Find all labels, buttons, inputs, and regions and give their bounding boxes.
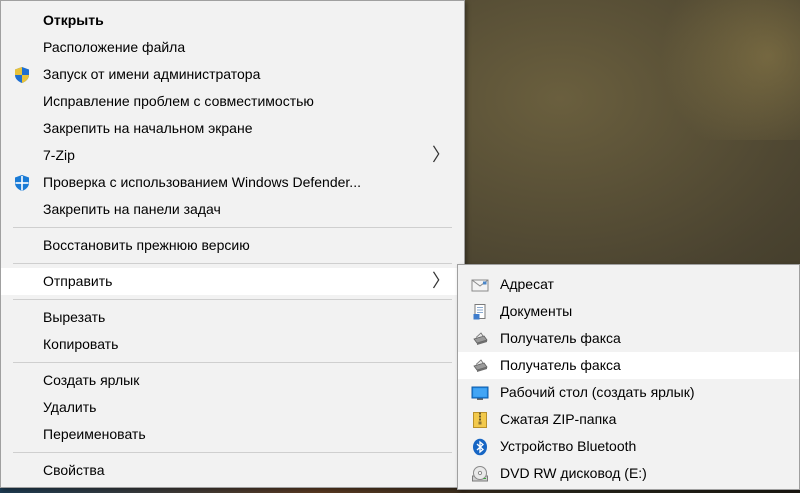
menu-separator (13, 452, 452, 453)
menu-item-copy[interactable]: Копировать (1, 331, 464, 358)
menu-item-label: Вырезать (43, 309, 106, 325)
send-to-submenu: Адресат Документы Получатель факса Получ… (457, 264, 800, 490)
menu-item-run-as-admin[interactable]: Запуск от имени администратора (1, 61, 464, 88)
zip-folder-icon (473, 412, 487, 428)
menu-item-label: Получатель факса (500, 357, 621, 373)
menu-item-pin-start[interactable]: Закрепить на начальном экране (1, 115, 464, 142)
menu-item-label: Копировать (43, 336, 119, 352)
sendto-zip-folder[interactable]: Сжатая ZIP-папка (458, 406, 799, 433)
menu-item-pin-taskbar[interactable]: Закрепить на панели задач (1, 196, 464, 223)
menu-item-rename[interactable]: Переименовать (1, 421, 464, 448)
menu-item-label: Свойства (43, 462, 105, 478)
menu-item-label: Закрепить на начальном экране (43, 120, 253, 136)
chevron-right-icon: 〉 (432, 271, 450, 292)
menu-item-properties[interactable]: Свойства (1, 457, 464, 484)
menu-item-label: 7-Zip (43, 147, 75, 163)
documents-icon (473, 304, 486, 320)
sendto-dvd-drive[interactable]: DVD RW дисковод (E:) (458, 460, 799, 487)
sendto-bluetooth[interactable]: Устройство Bluetooth (458, 433, 799, 460)
menu-item-label: Получатель факса (500, 330, 621, 346)
menu-item-label: Расположение файла (43, 39, 186, 55)
menu-item-open[interactable]: Открыть (1, 7, 464, 34)
menu-item-label: Переименовать (43, 426, 146, 442)
sendto-desktop-shortcut[interactable]: Рабочий стол (создать ярлык) (458, 379, 799, 406)
sendto-fax-recipient-2[interactable]: Получатель факса (458, 352, 799, 379)
menu-item-restore-version[interactable]: Восстановить прежнюю версию (1, 232, 464, 259)
menu-item-label: Отправить (43, 273, 113, 289)
menu-item-label: Создать ярлык (43, 372, 140, 388)
menu-item-label: Сжатая ZIP-папка (500, 411, 617, 427)
menu-item-defender-scan[interactable]: Проверка с использованием Windows Defend… (1, 169, 464, 196)
sendto-documents[interactable]: Документы (458, 298, 799, 325)
menu-item-7zip[interactable]: 7-Zip 〉 (1, 142, 464, 169)
menu-item-label: Документы (500, 303, 573, 319)
sendto-mail-recipient[interactable]: Адресат (458, 271, 799, 298)
menu-item-label: Рабочий стол (создать ярлык) (500, 384, 695, 400)
menu-item-label: Проверка с использованием Windows Defend… (43, 174, 361, 190)
menu-item-cut[interactable]: Вырезать (1, 304, 464, 331)
bluetooth-icon (473, 438, 487, 456)
menu-item-create-shortcut[interactable]: Создать ярлык (1, 367, 464, 394)
menu-separator (13, 362, 452, 363)
menu-item-label: Запуск от имени администратора (43, 66, 261, 82)
dvd-drive-icon (472, 466, 488, 482)
chevron-right-icon: 〉 (432, 145, 450, 166)
fax-icon (473, 359, 488, 372)
menu-separator (13, 227, 452, 228)
uac-shield-icon (15, 67, 29, 83)
menu-item-label: Удалить (43, 399, 97, 415)
menu-separator (13, 263, 452, 264)
desktop-icon (471, 386, 489, 400)
menu-item-label: Исправление проблем с совместимостью (43, 93, 314, 109)
menu-item-label: Адресат (500, 276, 554, 292)
menu-item-label: Закрепить на панели задач (43, 201, 221, 217)
menu-item-compat-troubleshoot[interactable]: Исправление проблем с совместимостью (1, 88, 464, 115)
context-menu: Открыть Расположение файла Запуск от име… (0, 0, 465, 488)
menu-separator (13, 299, 452, 300)
menu-item-file-location[interactable]: Расположение файла (1, 34, 464, 61)
menu-item-label: Открыть (43, 12, 104, 28)
sendto-fax-recipient[interactable]: Получатель факса (458, 325, 799, 352)
desktop-background (640, 0, 800, 140)
menu-item-send-to[interactable]: Отправить 〉 (1, 268, 464, 295)
fax-icon (473, 332, 488, 345)
menu-item-label: Устройство Bluetooth (500, 438, 637, 454)
menu-item-label: DVD RW дисковод (E:) (500, 465, 647, 481)
menu-item-delete[interactable]: Удалить (1, 394, 464, 421)
windows-defender-icon (15, 175, 29, 191)
menu-item-label: Восстановить прежнюю версию (43, 237, 250, 253)
mail-recipient-icon (471, 279, 489, 292)
